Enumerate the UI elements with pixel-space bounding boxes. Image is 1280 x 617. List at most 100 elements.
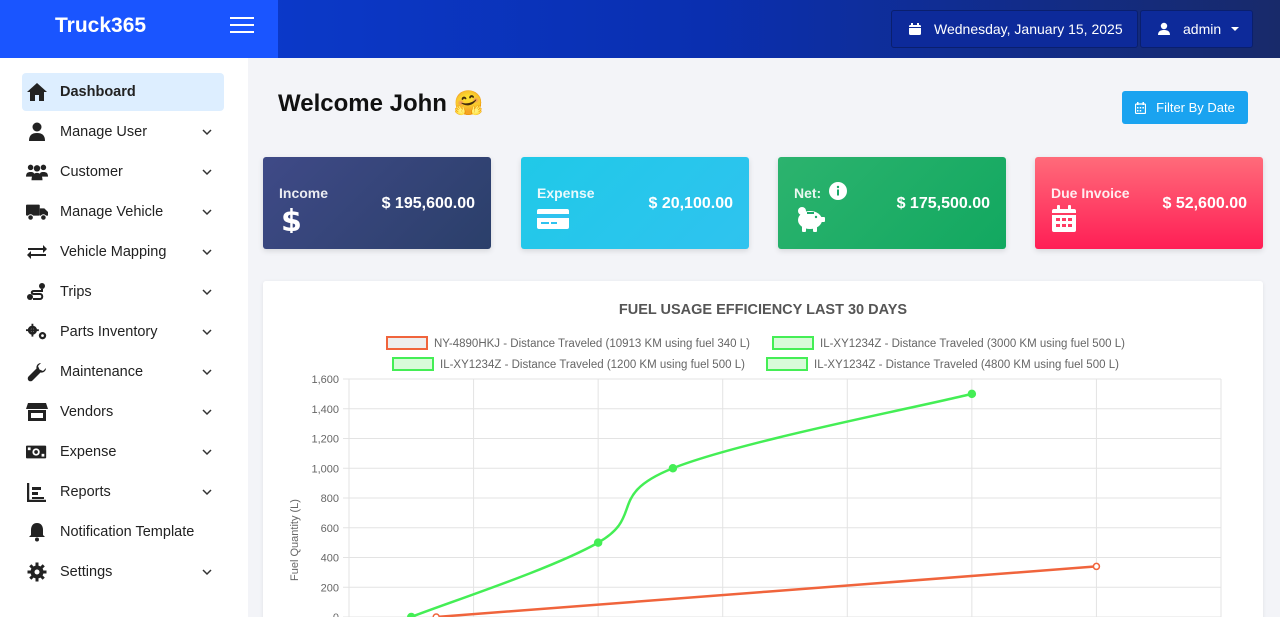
due-invoice-card[interactable]: Due Invoice $ 52,600.00 bbox=[1035, 157, 1263, 249]
chart-title: FUEL USAGE EFFICIENCY LAST 30 DAYS bbox=[619, 302, 908, 318]
home-icon bbox=[26, 81, 48, 103]
chevron-down-icon bbox=[202, 289, 212, 296]
sidebar-item-label: Dashboard bbox=[60, 84, 136, 100]
sidebar: Dashboard Manage User Customer Manage Ve… bbox=[0, 58, 248, 617]
dollar-icon: $ bbox=[281, 205, 302, 233]
route-icon bbox=[26, 281, 48, 303]
fuel-efficiency-chart-card: FUEL USAGE EFFICIENCY LAST 30 DAYS Fuel … bbox=[263, 281, 1263, 617]
user-name: admin bbox=[1183, 21, 1222, 37]
sidebar-item-label: Notification Template bbox=[60, 524, 195, 540]
sidebar-item-dashboard[interactable]: Dashboard bbox=[22, 73, 224, 111]
y-tick-label: 600 bbox=[321, 523, 339, 535]
card-value: $ 52,600.00 bbox=[1162, 195, 1247, 212]
legend-item[interactable]: IL-XY1234Z - Distance Traveled (4800 KM … bbox=[766, 357, 1119, 371]
sidebar-item-label: Parts Inventory bbox=[60, 324, 158, 340]
bar-chart-icon bbox=[26, 481, 48, 503]
sidebar-item-label: Maintenance bbox=[60, 364, 144, 380]
user-icon bbox=[1158, 22, 1170, 35]
sidebar-item-label: Reports bbox=[60, 484, 111, 500]
card-title: Due Invoice bbox=[1051, 185, 1130, 201]
chevron-down-icon bbox=[202, 449, 212, 456]
sidebar-item-manage-user[interactable]: Manage User bbox=[22, 113, 224, 151]
y-tick-label: 1,000 bbox=[311, 463, 339, 475]
chevron-down-icon bbox=[202, 209, 212, 216]
sidebar-item-notification-template[interactable]: Notification Template bbox=[22, 513, 224, 551]
card-value: $ 175,500.00 bbox=[896, 195, 990, 212]
exchange-arrows-icon bbox=[26, 241, 48, 263]
sidebar-item-maintenance[interactable]: Maintenance bbox=[22, 353, 224, 391]
wrench-icon bbox=[26, 361, 48, 383]
data-point[interactable] bbox=[407, 612, 416, 617]
user-menu-button[interactable]: admin bbox=[1140, 10, 1253, 48]
legend-item[interactable]: IL-XY1234Z - Distance Traveled (3000 KM … bbox=[772, 336, 1125, 350]
legend-item[interactable]: NY-4890HKJ - Distance Traveled (10913 KM… bbox=[386, 336, 750, 350]
card-title: Net: bbox=[794, 185, 822, 201]
calendar-icon bbox=[1052, 205, 1076, 232]
legend-swatch bbox=[772, 336, 814, 350]
data-point[interactable] bbox=[593, 538, 603, 547]
svg-text:$: $ bbox=[281, 205, 302, 233]
sidebar-item-trips[interactable]: Trips bbox=[22, 273, 224, 311]
chevron-down-icon bbox=[202, 409, 212, 416]
users-group-icon bbox=[26, 161, 48, 183]
legend-swatch bbox=[392, 357, 434, 371]
sidebar-item-expense[interactable]: Expense bbox=[22, 433, 224, 471]
filter-by-date-button[interactable]: Filter By Date bbox=[1122, 91, 1248, 124]
legend-label: IL-XY1234Z - Distance Traveled (1200 KM … bbox=[440, 359, 745, 371]
legend-label: IL-XY1234Z - Distance Traveled (3000 KM … bbox=[820, 338, 1125, 350]
brand-logo-text[interactable]: Truck365 bbox=[55, 14, 146, 38]
sidebar-item-label: Customer bbox=[60, 164, 123, 180]
sidebar-item-settings[interactable]: Settings bbox=[22, 553, 224, 591]
current-date: Wednesday, January 15, 2025 bbox=[934, 21, 1123, 37]
info-icon[interactable] bbox=[829, 182, 847, 200]
calendar-icon bbox=[1135, 101, 1147, 114]
date-display[interactable]: Wednesday, January 15, 2025 bbox=[891, 10, 1138, 48]
sidebar-item-label: Manage Vehicle bbox=[60, 204, 164, 220]
truck-icon bbox=[26, 201, 48, 223]
fuel-efficiency-chart: FUEL USAGE EFFICIENCY LAST 30 DAYS Fuel … bbox=[289, 302, 1222, 617]
sidebar-item-parts-inventory[interactable]: Parts Inventory bbox=[22, 313, 224, 351]
y-tick-label: 800 bbox=[321, 493, 339, 505]
calendar-icon bbox=[909, 23, 921, 35]
y-tick-label: 1,200 bbox=[311, 434, 339, 446]
sidebar-item-vehicle-mapping[interactable]: Vehicle Mapping bbox=[22, 233, 224, 271]
gears-icon bbox=[26, 321, 48, 343]
sidebar-item-manage-vehicle[interactable]: Manage Vehicle bbox=[22, 193, 224, 231]
brand-area: Truck365 bbox=[0, 0, 278, 58]
legend-swatch bbox=[386, 336, 428, 350]
sidebar-item-reports[interactable]: Reports bbox=[22, 473, 224, 511]
user-icon bbox=[26, 121, 48, 143]
card-title: Income bbox=[279, 185, 329, 201]
sidebar-item-customer[interactable]: Customer bbox=[22, 153, 224, 191]
legend-swatch bbox=[766, 357, 808, 371]
sidebar-item-label: Trips bbox=[60, 284, 92, 300]
net-card[interactable]: Net: $ 175,500.00 bbox=[778, 157, 1006, 249]
filter-button-label: Filter By Date bbox=[1156, 100, 1235, 115]
chevron-down-icon bbox=[202, 329, 212, 336]
legend-item[interactable]: IL-XY1234Z - Distance Traveled (1200 KM … bbox=[392, 357, 745, 371]
sidebar-item-vendors[interactable]: Vendors bbox=[22, 393, 224, 431]
chevron-down-icon bbox=[202, 569, 212, 576]
piggy-bank-icon bbox=[798, 207, 825, 232]
top-navbar: Truck365 Wednesday, January 15, 2025 adm… bbox=[0, 0, 1280, 58]
data-point[interactable] bbox=[967, 389, 977, 399]
data-point[interactable] bbox=[1092, 562, 1101, 571]
data-point[interactable] bbox=[668, 464, 678, 473]
expense-card[interactable]: Expense $ 20,100.00 bbox=[521, 157, 749, 249]
y-tick-label: 200 bbox=[321, 582, 339, 594]
gear-icon bbox=[26, 561, 48, 583]
y-tick-label: 400 bbox=[321, 553, 339, 565]
series-line bbox=[436, 565, 1097, 617]
y-tick-label: 1,400 bbox=[311, 404, 339, 416]
chevron-down-icon bbox=[202, 249, 212, 256]
chevron-down-icon bbox=[202, 169, 212, 176]
y-tick-label: 1,600 bbox=[311, 374, 339, 386]
legend-label: NY-4890HKJ - Distance Traveled (10913 KM… bbox=[434, 338, 750, 350]
chart-y-axis-label: Fuel Quantity (L) bbox=[289, 499, 301, 581]
menu-toggle-icon[interactable] bbox=[230, 17, 254, 35]
income-card[interactable]: Income $ 195,600.00 $ bbox=[263, 157, 491, 249]
money-bill-icon bbox=[26, 441, 48, 463]
sidebar-item-label: Vendors bbox=[60, 404, 114, 420]
sidebar-item-label: Vehicle Mapping bbox=[60, 244, 167, 260]
sidebar-item-label: Manage User bbox=[60, 124, 148, 140]
